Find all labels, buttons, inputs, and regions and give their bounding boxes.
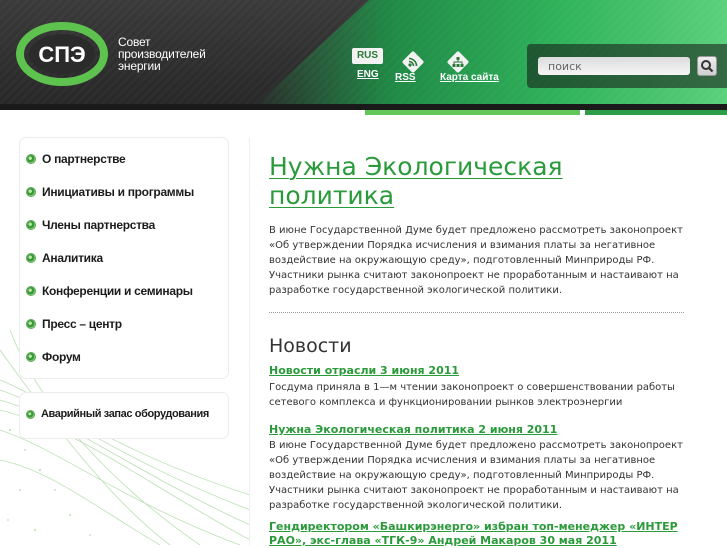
sidebar-item-label: Аналитика (42, 251, 103, 265)
bullet-icon (27, 353, 35, 361)
search-button[interactable] (697, 56, 717, 76)
news-item-title[interactable]: Гендиректором «Башкирэнерго» избран топ-… (269, 520, 689, 548)
sidebar-item-label: О партнерстве (42, 152, 126, 166)
search-icon (701, 60, 714, 73)
sidebar-item-label: Форум (42, 350, 81, 364)
logo-line-3: энергии (118, 59, 161, 73)
sidebar-item-members[interactable]: Члены партнерства (27, 215, 155, 235)
sidebar-item-emergency-reserve[interactable]: Аварийный запас оборудования (27, 408, 209, 420)
logo-icon[interactable]: СПЭ (16, 22, 112, 86)
rss-icon[interactable] (402, 51, 424, 73)
rss-link[interactable]: RSS (395, 72, 416, 83)
sitemap-link[interactable]: Карта сайта (440, 72, 499, 83)
emergency-label: Аварийный запас оборудования (41, 408, 209, 420)
sidebar-item-initiatives[interactable]: Инициативы и программы (27, 182, 194, 202)
lead-paragraph: В июне Государственной Думе будет предло… (269, 225, 683, 296)
bullet-icon (27, 410, 34, 418)
logo-mark-text: СПЭ (38, 42, 85, 67)
news-item-title[interactable]: Новости отрасли 3 июня 2011 (269, 364, 459, 377)
sitemap-icon[interactable] (447, 51, 469, 73)
news-heading: Новости (269, 335, 352, 357)
sidebar-item-press-center[interactable]: Пресс – центр (27, 314, 122, 334)
search-input[interactable] (538, 57, 690, 75)
sidebar-item-partnership[interactable]: О партнерстве (27, 149, 126, 169)
dotted-divider (269, 312, 684, 313)
sidebar-item-analytics[interactable]: Аналитика (27, 248, 103, 268)
sidebar-item-label: Конференции и семинары (42, 284, 193, 298)
header-accent-bar-dark (585, 110, 727, 115)
news-item-text: В июне Государственной Думе будет предло… (269, 440, 683, 511)
news-item-text: Госдума приняла в 1—м чтении законопроек… (269, 382, 675, 408)
bullet-icon (27, 221, 35, 229)
sidebar-item-label: Пресс – центр (42, 317, 122, 331)
page-title[interactable]: Нужна Экологическая политика (269, 152, 689, 210)
lang-eng-link[interactable]: ENG (357, 69, 379, 80)
sidebar-item-conferences[interactable]: Конференции и семинары (27, 281, 193, 301)
sidebar-item-label: Инициативы и программы (42, 185, 194, 199)
content-divider (249, 138, 250, 545)
news-item-title[interactable]: Нужна Экологическая политика 2 июня 2011 (269, 423, 557, 436)
bullet-icon (27, 188, 35, 196)
header-accent-bar (365, 110, 580, 115)
bullet-icon (27, 155, 35, 163)
bullet-icon (27, 287, 35, 295)
sidebar-item-label: Члены партнерства (42, 218, 155, 232)
logo-text[interactable]: Совет производителей энергии (118, 36, 206, 72)
lang-rus-button[interactable]: RUS (352, 48, 383, 64)
sidebar-item-forum[interactable]: Форум (27, 347, 81, 367)
bullet-icon (27, 320, 35, 328)
bullet-icon (27, 254, 35, 262)
